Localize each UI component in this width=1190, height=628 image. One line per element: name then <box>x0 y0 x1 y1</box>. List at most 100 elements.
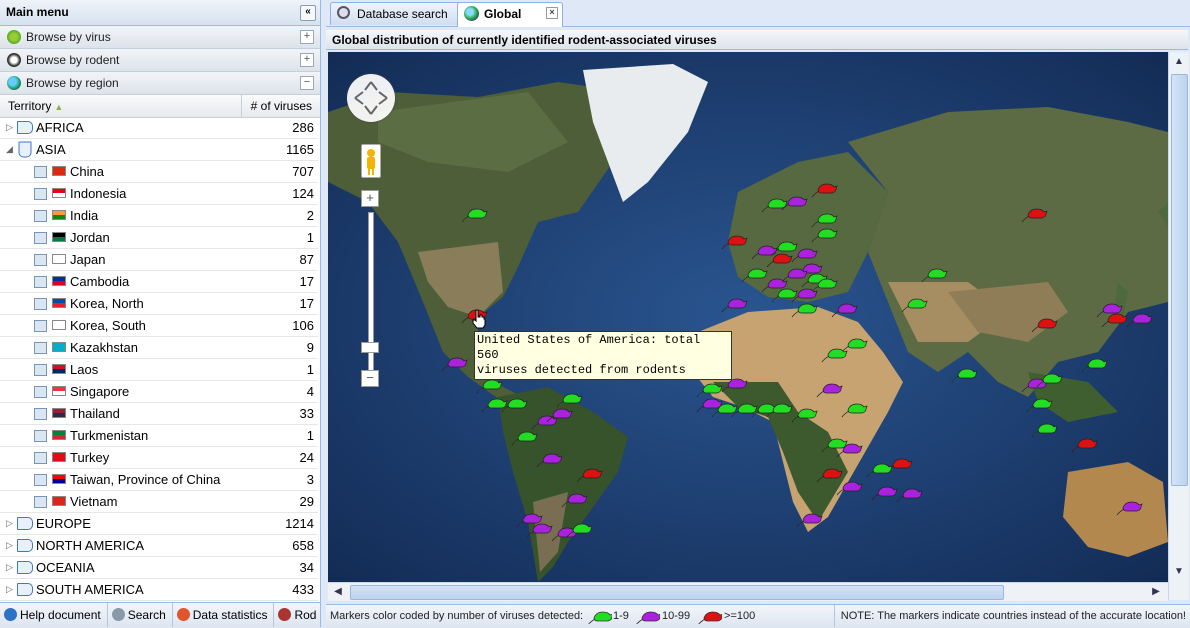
virus-count: 286 <box>292 120 314 135</box>
collapse-button[interactable]: − <box>300 76 314 90</box>
scroll-right-arrow-icon[interactable]: ▶ <box>1148 584 1164 600</box>
scroll-up-arrow-icon[interactable]: ▲ <box>1171 54 1187 70</box>
virus-count: 17 <box>299 296 314 311</box>
country-flag-icon <box>52 474 66 484</box>
country-label: Indonesia <box>70 186 127 201</box>
hand-cursor-icon <box>472 309 486 329</box>
pan-arrows-icon <box>354 81 388 115</box>
virus-count: 707 <box>292 164 314 179</box>
region-row[interactable]: ▷ OCEANIA 34 <box>0 557 318 579</box>
menu-browse-by-rodent[interactable]: Browse by rodent + <box>0 49 320 72</box>
zoom-out-button[interactable]: − <box>361 370 379 387</box>
expand-button[interactable]: + <box>300 53 314 67</box>
collapsed-arrow-icon[interactable]: ▷ <box>6 579 13 600</box>
region-arrow-icon <box>17 517 33 530</box>
virus-count: 34 <box>299 560 314 575</box>
country-row[interactable]: Jordan 1 <box>0 227 318 249</box>
zoom-slider-handle[interactable] <box>361 342 379 353</box>
collapsed-arrow-icon[interactable]: ▷ <box>6 117 13 138</box>
scroll-left-arrow-icon[interactable]: ◀ <box>330 584 346 600</box>
country-row[interactable]: Turkey 24 <box>0 447 318 469</box>
map-title: Global distribution of currently identif… <box>326 30 1188 50</box>
toolbar-button-help[interactable]: Help document <box>0 603 108 627</box>
country-label: Turkey <box>70 450 110 465</box>
virus-count: 658 <box>292 538 314 553</box>
toolbar-button-statistics[interactable]: Data statistics <box>173 603 275 627</box>
region-row[interactable]: ▷ EUROPE 1214 <box>0 513 318 535</box>
expand-button[interactable]: + <box>300 30 314 44</box>
country-flag-icon <box>52 210 66 220</box>
close-icon[interactable]: × <box>546 7 558 19</box>
map-vertical-scrollbar[interactable]: ▲ ▼ <box>1168 52 1189 600</box>
virus-count: 1 <box>306 362 314 377</box>
virus-count: 24 <box>299 450 314 465</box>
country-row[interactable]: Indonesia 124 <box>0 183 318 205</box>
scroll-thumb[interactable] <box>350 585 1004 600</box>
country-row[interactable]: Taiwan, Province of China 3 <box>0 469 318 491</box>
country-row[interactable]: Turkmenistan 1 <box>0 425 318 447</box>
map-horizontal-scrollbar[interactable]: ◀ ▶ <box>328 582 1168 601</box>
country-row[interactable]: Cambodia 17 <box>0 271 318 293</box>
virus-count: 9 <box>306 340 314 355</box>
country-row[interactable]: China 707 <box>0 161 318 183</box>
region-row[interactable]: ▷ SOUTH AMERICA 433 <box>0 579 318 601</box>
tab-bar: Database search × Global map × <box>326 0 1190 43</box>
virus-count: 1165 <box>286 142 314 157</box>
toolbar-button-search[interactable]: Search <box>108 603 173 627</box>
collapsed-arrow-icon[interactable]: ▷ <box>6 513 13 534</box>
country-label: Japan <box>70 252 106 267</box>
country-row[interactable]: Korea, South 106 <box>0 315 318 337</box>
country-flag-icon <box>52 364 66 374</box>
document-icon <box>34 342 47 354</box>
tab-global-map[interactable]: Global map × <box>457 2 563 43</box>
region-label: OCEANIA <box>36 560 95 575</box>
globe-icon <box>464 6 479 21</box>
region-row[interactable]: ▷ NORTH AMERICA 658 <box>0 535 318 557</box>
pan-control[interactable] <box>347 74 395 122</box>
country-label: Cambodia <box>70 274 130 289</box>
zoom-slider-track[interactable] <box>368 212 374 384</box>
country-row[interactable]: Vietnam 29 <box>0 491 318 513</box>
country-row[interactable]: Kazakhstan 9 <box>0 337 318 359</box>
country-flag-icon <box>52 386 66 396</box>
virus-count: 2 <box>306 208 314 223</box>
map-imagery <box>328 52 1168 582</box>
document-icon <box>34 430 47 442</box>
country-flag-icon <box>52 298 66 308</box>
legend-label-green: 1-9 <box>613 610 629 622</box>
expanded-arrow-icon[interactable]: ◢ <box>6 139 13 160</box>
virus-count: 1 <box>306 230 314 245</box>
region-label: EUROPE <box>36 516 91 531</box>
region-label: AFRICA <box>36 120 84 135</box>
country-label: Thailand <box>70 406 120 421</box>
country-row[interactable]: Thailand 33 <box>0 403 318 425</box>
region-arrow-icon <box>17 561 33 574</box>
country-row[interactable]: Singapore 4 <box>0 381 318 403</box>
menu-browse-by-region[interactable]: Browse by region − <box>0 72 320 95</box>
main-menu-title: Main menu <box>6 5 69 19</box>
country-row[interactable]: Laos 1 <box>0 359 318 381</box>
menu-browse-by-virus[interactable]: Browse by virus + <box>0 26 320 49</box>
country-row[interactable]: India 2 <box>0 205 318 227</box>
territory-column-header[interactable]: Territory ▲ <box>0 95 242 117</box>
country-row[interactable]: Japan 87 <box>0 249 318 271</box>
region-row[interactable]: ◢ ASIA 1165 <box>0 139 318 161</box>
country-row[interactable]: Korea, North 17 <box>0 293 318 315</box>
virus-count-column-header[interactable]: # of viruses <box>243 95 318 117</box>
region-row[interactable]: ▷ AFRICA 286 <box>0 117 318 139</box>
street-view-pegman-icon[interactable] <box>361 144 381 178</box>
collapse-panel-button[interactable]: « <box>300 5 316 21</box>
collapsed-arrow-icon[interactable]: ▷ <box>6 557 13 578</box>
rodent-icon <box>278 608 292 621</box>
document-icon <box>34 452 47 464</box>
region-label: NORTH AMERICA <box>36 538 145 553</box>
zoom-in-button[interactable]: + <box>361 190 379 207</box>
toolbar-button-rodent[interactable]: Rod <box>274 603 320 627</box>
collapsed-arrow-icon[interactable]: ▷ <box>6 535 13 556</box>
scroll-down-arrow-icon[interactable]: ▼ <box>1171 564 1187 580</box>
world-map[interactable]: + − United States of America: total 560 … <box>328 52 1168 582</box>
virus-count: 87 <box>299 252 314 267</box>
scroll-thumb[interactable] <box>1171 74 1188 486</box>
region-arrow-icon <box>18 141 32 158</box>
country-flag-icon <box>52 166 66 176</box>
